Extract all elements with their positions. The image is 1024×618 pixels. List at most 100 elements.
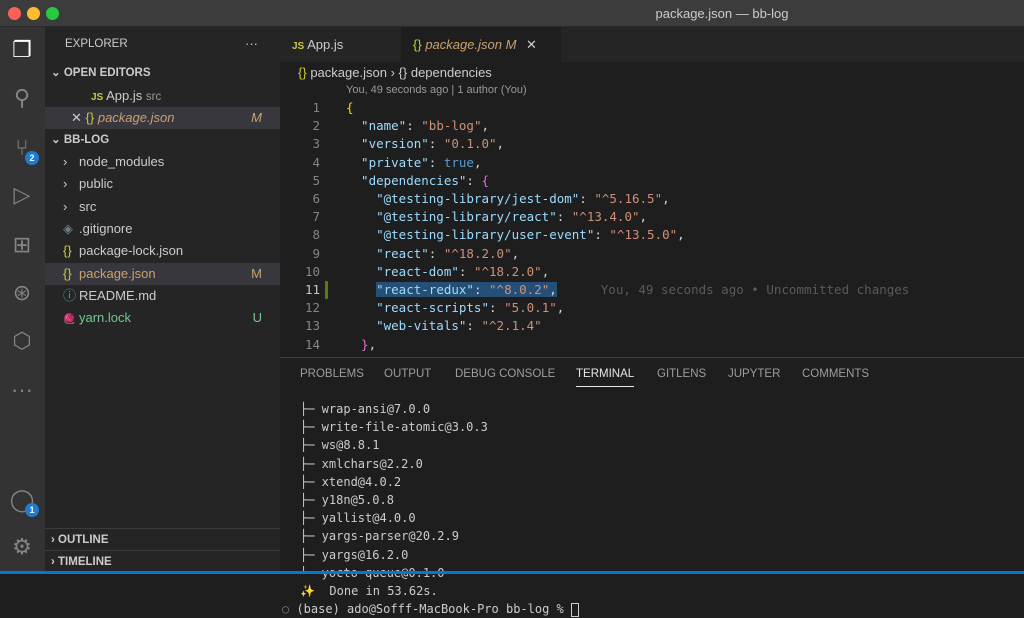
code-line[interactable]: 2 "name": "bb-log", xyxy=(280,117,1024,135)
panel-tab-problems[interactable]: PROBLEMS xyxy=(300,368,364,380)
extensions-icon[interactable]: ⊞ xyxy=(8,231,36,259)
breadcrumb: {} package.json › {} dependencies xyxy=(298,65,492,80)
code-line[interactable]: 8 "@testing-library/user-event": "^13.5.… xyxy=(280,226,1024,244)
gitlens-codelens[interactable]: You, 49 seconds ago | 1 author (You) xyxy=(346,84,527,96)
code-text: "name": "bb-log", xyxy=(346,117,489,135)
code-token: , xyxy=(549,282,557,297)
tree-item[interactable]: ⓘ README.md xyxy=(45,285,280,307)
terminal-line: ├─ xtend@4.0.2 xyxy=(300,474,402,489)
close-icon[interactable]: ✕ xyxy=(71,110,82,125)
line-number: 5 xyxy=(312,172,320,188)
code-token: , xyxy=(481,118,490,134)
file-name: README.md xyxy=(79,287,157,303)
tree-item[interactable]: › public xyxy=(45,173,280,195)
code-line[interactable]: 5 "dependencies": { xyxy=(280,172,1024,190)
code-token: : xyxy=(466,172,482,188)
git-modified-gutter xyxy=(325,281,328,299)
code-token: : xyxy=(594,227,610,243)
prompt-text: (base) ado@Sofff-MacBook-Pro bb-log % xyxy=(296,602,571,617)
code-token: , xyxy=(496,136,505,152)
code-line[interactable]: 12 "react-scripts": "5.0.1", xyxy=(280,299,1024,317)
yarn-icon: 🧶 xyxy=(63,314,76,326)
line-number: 8 xyxy=(312,227,320,243)
file-name: yarn.lock xyxy=(79,310,132,326)
tree-item[interactable]: {} package.json M xyxy=(45,262,280,285)
file-description: src xyxy=(145,91,162,103)
remote-explorer-icon[interactable]: ⬡ xyxy=(8,327,36,355)
settings-gear-icon[interactable]: ⚙ xyxy=(8,533,36,561)
inline-blame: You, 49 seconds ago • Uncommitted change… xyxy=(600,282,910,297)
terminal-output[interactable]: ├─ wrap-ansi@7.0.0 ├─ write-file-atomic@3… xyxy=(282,400,579,618)
panel-tab-gitlens[interactable]: GITLENS xyxy=(657,368,706,380)
json-file-icon: {} xyxy=(413,37,422,52)
close-tab-icon[interactable]: ✕ xyxy=(526,37,537,52)
line-number: 10 xyxy=(304,263,320,279)
folder-icon: › xyxy=(63,176,68,192)
source-control-badge: 2 xyxy=(25,151,39,165)
tree-item[interactable]: {} package-lock.json xyxy=(45,240,280,262)
explorer-more-button[interactable]: ··· xyxy=(245,33,275,55)
code-line[interactable]: 3 "version": "0.1.0", xyxy=(280,135,1024,153)
run-debug-icon[interactable]: ▷ xyxy=(8,181,36,209)
json-file-icon: {} xyxy=(85,110,95,125)
tab-app-js[interactable]: JS App.js xyxy=(280,27,400,62)
code-line[interactable]: 14 }, xyxy=(280,336,1024,354)
panel-tab-output[interactable]: OUTPUT xyxy=(384,368,431,380)
source-control-icon[interactable]: ⑂ 2 xyxy=(8,134,39,165)
code-token: { xyxy=(346,100,354,115)
folder-icon: › xyxy=(63,154,68,169)
json-icon: {} xyxy=(63,265,72,281)
code-line[interactable]: 9 "react": "^18.2.0", xyxy=(280,245,1024,263)
gitlens-icon[interactable]: ⊛ xyxy=(8,279,36,307)
code-line[interactable]: 11 "react-redux": "^8.0.2", You, 49 secon… xyxy=(280,281,1024,299)
open-editors-section[interactable]: ⌄ OPEN EDITORS xyxy=(45,62,280,84)
explorer-icon[interactable]: ❐ xyxy=(8,36,36,64)
timeline-section[interactable]: › TIMELINE xyxy=(45,550,280,572)
code-token: : xyxy=(466,318,482,334)
code-token: , xyxy=(541,263,550,279)
outline-section[interactable]: › OUTLINE xyxy=(45,528,280,550)
terminal-line: ├─ yargs@16.2.0 xyxy=(300,547,409,562)
line-number: 7 xyxy=(312,209,320,225)
panel-tab-jupyter[interactable]: JUPYTER xyxy=(728,368,780,380)
file-icon: ◈ xyxy=(63,220,73,236)
panel-tab-terminal[interactable]: TERMINAL xyxy=(576,368,635,387)
accounts-icon[interactable]: ◯ 1 xyxy=(8,486,39,517)
folder-icon: › xyxy=(63,198,68,214)
more-icon[interactable]: ··· xyxy=(8,376,36,404)
code-token: "name" xyxy=(346,118,407,134)
tree-item[interactable]: 🧶 yarn.lock U xyxy=(45,307,280,329)
code-line[interactable]: 10 "react-dom": "^18.2.0", xyxy=(280,263,1024,281)
tree-item[interactable]: › src xyxy=(45,196,280,218)
open-editor-app-js[interactable]: JS App.js src xyxy=(45,85,280,107)
file-name: public xyxy=(79,176,113,192)
code-token: "@testing-library/react" xyxy=(346,209,557,225)
terminal-cursor xyxy=(571,602,579,617)
panel-tab-comments[interactable]: COMMENTS xyxy=(802,368,869,380)
modified-badge: M xyxy=(251,110,262,125)
terminal-prompt[interactable]: ○ (base) ado@Sofff-MacBook-Pro bb-log % xyxy=(282,600,579,618)
breadcrumb-symbol[interactable]: dependencies xyxy=(411,65,492,80)
section-label: OUTLINE xyxy=(58,534,109,546)
file-name: package.json xyxy=(79,265,156,281)
code-token: "0.1.0" xyxy=(443,136,497,152)
open-editor-package-json[interactable]: ✕ {} package.json M xyxy=(45,107,280,129)
breadcrumb-file[interactable]: package.json xyxy=(310,65,387,80)
terminal-line: ├─ wrap-ansi@7.0.0 xyxy=(300,402,431,416)
project-section[interactable]: ⌄ BB-LOG xyxy=(45,129,280,151)
code-line[interactable]: 13 "web-vitals": "^2.1.4" xyxy=(280,317,1024,335)
terminal-line: ├─ write-file-atomic@3.0.3 xyxy=(300,420,488,435)
panel-tab-debug-console[interactable]: DEBUG CONSOLE xyxy=(455,368,555,380)
code-line[interactable]: 7 "@testing-library/react": "^13.4.0", xyxy=(280,208,1024,226)
code-line[interactable]: 6 "@testing-library/jest-dom": "^5.16.5"… xyxy=(280,190,1024,208)
tab-package-json[interactable]: {} package.json M ✕ xyxy=(401,27,561,62)
tree-item[interactable]: ◈ .gitignore xyxy=(45,218,280,240)
modified-badge: M xyxy=(505,37,517,52)
code-line[interactable]: 4 "private": true, xyxy=(280,154,1024,172)
code-token: : xyxy=(406,118,422,134)
line-number: 12 xyxy=(304,300,320,316)
code-token: "react-dom" xyxy=(346,263,459,279)
tree-item[interactable]: › node_modules xyxy=(45,151,280,173)
search-icon[interactable]: ⚲ xyxy=(8,84,36,112)
code-line[interactable]: 1{ xyxy=(280,99,1024,117)
